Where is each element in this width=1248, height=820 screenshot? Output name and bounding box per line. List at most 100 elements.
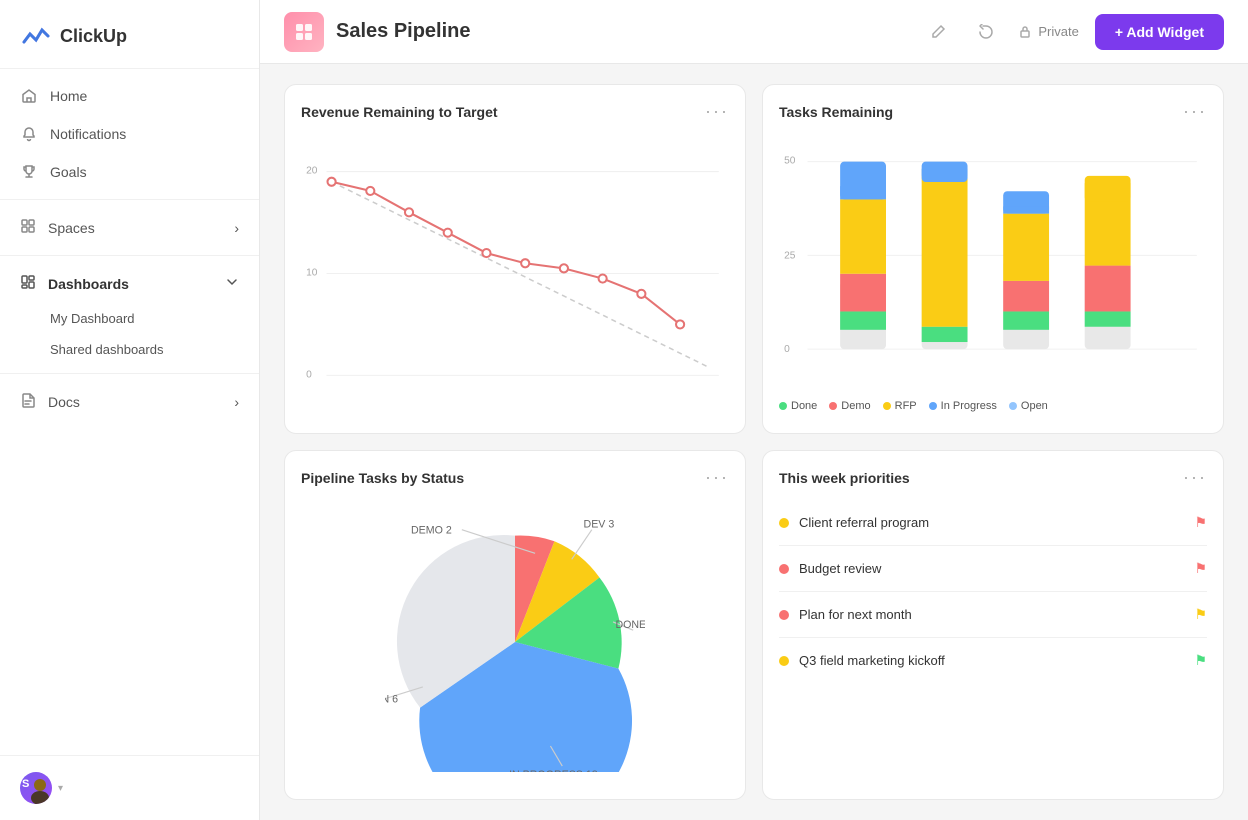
done-label: Done <box>791 400 817 412</box>
bell-icon <box>20 125 38 143</box>
dashboards-chevron-icon <box>225 275 239 292</box>
pipeline-widget-menu[interactable]: ··· <box>705 467 729 488</box>
main-content: Sales Pipeline Private + Add Widget Reve… <box>260 0 1248 820</box>
demo-label: Demo <box>841 400 870 412</box>
done-dot <box>779 402 787 410</box>
svg-text:20: 20 <box>306 166 318 177</box>
svg-text:0: 0 <box>784 344 790 355</box>
pipeline-widget: Pipeline Tasks by Status ··· <box>284 450 746 800</box>
edit-button[interactable] <box>922 16 954 48</box>
priority-left-1: Budget review <box>779 561 881 576</box>
priorities-widget-menu[interactable]: ··· <box>1183 467 1207 488</box>
tasks-widget-header: Tasks Remaining ··· <box>779 101 1207 122</box>
sidebar-item-home[interactable]: Home <box>0 77 259 115</box>
priority-left-2: Plan for next month <box>779 607 912 622</box>
priority-flag-2: ⚑ <box>1194 606 1207 623</box>
priorities-widget-header: This week priorities ··· <box>779 467 1207 488</box>
tasks-widget-body: 50 25 0 <box>779 134 1207 417</box>
user-dropdown-icon: ▾ <box>58 783 63 794</box>
svg-text:25: 25 <box>784 250 796 261</box>
legend-inprogress: In Progress <box>929 400 997 412</box>
tasks-widget: Tasks Remaining ··· 50 25 0 <box>762 84 1224 434</box>
priority-dot-0 <box>779 518 789 528</box>
inprogress-dot <box>929 402 937 410</box>
clickup-logo-icon <box>20 20 52 52</box>
priority-text-0: Client referral program <box>799 515 929 530</box>
priority-left-0: Client referral program <box>779 515 929 530</box>
avatar-letter: S <box>22 778 29 790</box>
priorities-list: Client referral program ⚑ Budget review … <box>779 500 1207 683</box>
logo-area: ClickUp <box>0 0 259 69</box>
sidebar: ClickUp Home Notifications Goals <box>0 0 260 820</box>
sidebar-spaces-group[interactable]: Spaces › <box>0 208 259 247</box>
docs-chevron-icon: › <box>234 394 239 410</box>
dashboard-grid-icon <box>293 21 315 43</box>
demo-dot <box>829 402 837 410</box>
revenue-widget: Revenue Remaining to Target ··· 20 10 0 <box>284 84 746 434</box>
revenue-widget-menu[interactable]: ··· <box>705 101 729 122</box>
user-avatar-wrap[interactable]: S ▾ <box>20 772 63 804</box>
private-badge: Private <box>1018 24 1078 39</box>
sidebar-home-label: Home <box>50 88 87 104</box>
page-title: Sales Pipeline <box>336 20 471 43</box>
rfp-label: RFP <box>895 400 917 412</box>
svg-text:DEV 3: DEV 3 <box>584 518 615 530</box>
topbar-left: Sales Pipeline <box>284 12 471 52</box>
revenue-widget-body: 20 10 0 <box>301 134 729 417</box>
sidebar-dashboards-label: Dashboards <box>48 276 129 292</box>
revenue-line-chart: 20 10 0 <box>301 134 729 417</box>
add-widget-label: + Add Widget <box>1115 24 1204 40</box>
sidebar-shared-dashboards[interactable]: Shared dashboards <box>0 334 259 365</box>
priority-text-1: Budget review <box>799 561 881 576</box>
private-label: Private <box>1038 24 1078 39</box>
trophy-icon <box>20 163 38 181</box>
revenue-widget-title: Revenue Remaining to Target <box>301 104 498 120</box>
priority-item-1: Budget review ⚑ <box>779 546 1207 592</box>
lock-icon <box>1018 25 1032 39</box>
shared-dashboards-label: Shared dashboards <box>50 342 163 357</box>
logo-text: ClickUp <box>60 26 127 47</box>
tasks-widget-menu[interactable]: ··· <box>1183 101 1207 122</box>
refresh-button[interactable] <box>970 16 1002 48</box>
dashboard-grid: Revenue Remaining to Target ··· 20 10 0 <box>260 64 1248 820</box>
sidebar-item-notifications[interactable]: Notifications <box>0 115 259 153</box>
spaces-chevron-icon: › <box>234 220 239 236</box>
sidebar-divider-1 <box>0 199 259 200</box>
pipeline-widget-body: DEMO 2 DEV 3 DONE 5 IN PROGRESS 18 OPEN … <box>301 500 729 783</box>
rfp-dot <box>883 402 891 410</box>
topbar: Sales Pipeline Private + Add Widget <box>260 0 1248 64</box>
svg-text:10: 10 <box>306 268 318 279</box>
my-dashboard-label: My Dashboard <box>50 311 135 326</box>
inprogress-label: In Progress <box>941 400 997 412</box>
pencil-icon <box>930 24 946 40</box>
priority-text-2: Plan for next month <box>799 607 912 622</box>
sidebar-item-goals[interactable]: Goals <box>0 153 259 191</box>
legend-rfp: RFP <box>883 400 917 412</box>
sidebar-dashboards-group[interactable]: Dashboards <box>0 264 259 303</box>
priority-item-3: Q3 field marketing kickoff ⚑ <box>779 638 1207 683</box>
sidebar-notifications-label: Notifications <box>50 126 126 142</box>
sidebar-my-dashboard[interactable]: My Dashboard <box>0 303 259 334</box>
add-widget-button[interactable]: + Add Widget <box>1095 14 1224 50</box>
priority-flag-0: ⚑ <box>1194 514 1207 531</box>
sidebar-docs-label: Docs <box>48 394 80 410</box>
priority-item-0: Client referral program ⚑ <box>779 500 1207 546</box>
sidebar-docs-group[interactable]: Docs › <box>0 382 259 421</box>
sidebar-goals-label: Goals <box>50 164 87 180</box>
docs-icon <box>20 392 36 411</box>
dashboards-icon <box>20 274 36 293</box>
priority-text-3: Q3 field marketing kickoff <box>799 653 945 668</box>
priority-dot-2 <box>779 610 789 620</box>
spaces-icon <box>20 218 36 237</box>
tasks-widget-title: Tasks Remaining <box>779 104 893 120</box>
tasks-chart-legend: Done Demo RFP In Progress <box>779 400 1207 412</box>
pipeline-widget-title: Pipeline Tasks by Status <box>301 470 464 486</box>
svg-text:50: 50 <box>784 156 796 167</box>
priorities-widget-body: Client referral program ⚑ Budget review … <box>779 500 1207 783</box>
svg-text:0: 0 <box>306 369 312 380</box>
svg-text:IN PROGRESS 18: IN PROGRESS 18 <box>509 768 598 771</box>
priorities-widget-title: This week priorities <box>779 470 910 486</box>
priority-flag-1: ⚑ <box>1194 560 1207 577</box>
revenue-widget-header: Revenue Remaining to Target ··· <box>301 101 729 122</box>
pie-chart: DEMO 2 DEV 3 DONE 5 IN PROGRESS 18 OPEN … <box>385 512 645 772</box>
